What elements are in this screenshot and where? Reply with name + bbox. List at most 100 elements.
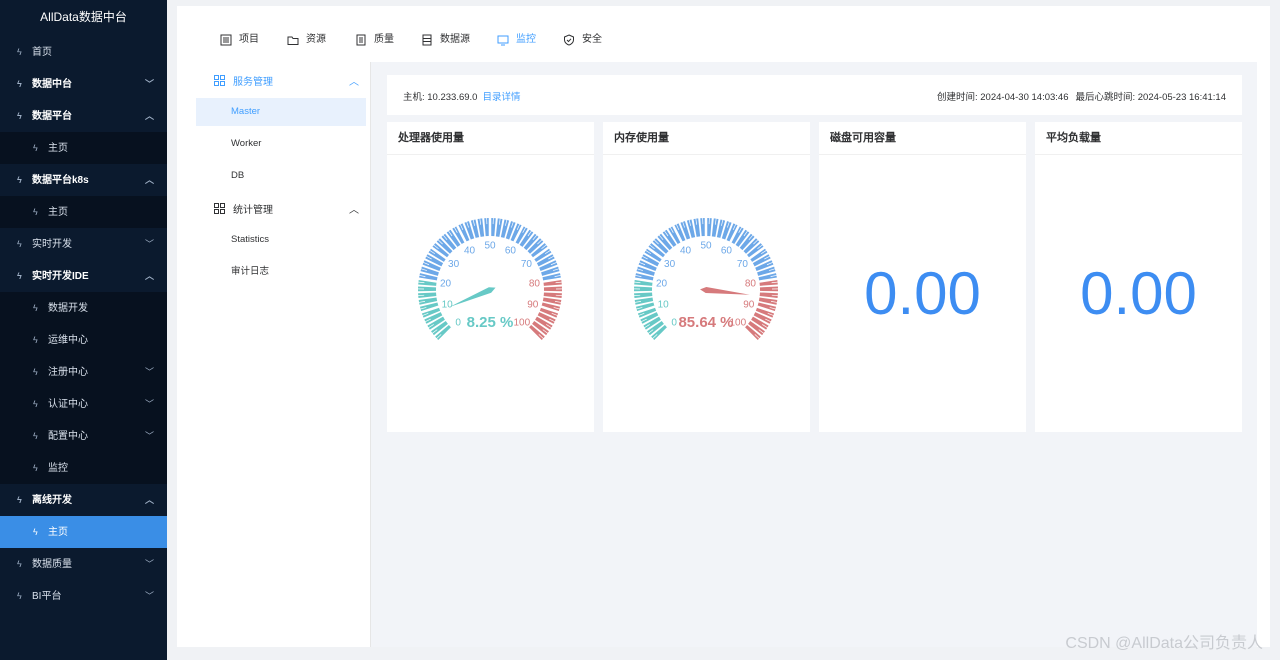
tab-label: 资源	[306, 34, 326, 45]
sidebar-item[interactable]: ϟ 主页	[0, 196, 167, 228]
gauge-tick-label: 70	[521, 259, 533, 270]
sidebar-item-label: 数据质量	[32, 559, 72, 570]
bolt-icon: ϟ	[17, 239, 22, 249]
tab-monitor[interactable]: 监控	[497, 32, 536, 48]
gauge-tick-label: 0	[455, 317, 461, 328]
sidebar-item-label: 监控	[48, 463, 68, 474]
chevron-down-icon: ﹀	[144, 79, 154, 89]
tab-security[interactable]: 安全	[563, 32, 602, 48]
tab-label: 安全	[582, 34, 602, 45]
gauge-tick-label: 50	[700, 241, 712, 252]
gauge-tick-label: 80	[529, 278, 541, 289]
sidebar-item[interactable]: ϟ 运维中心	[0, 324, 167, 356]
subnav-item-master[interactable]: Master	[196, 98, 366, 126]
chevron-down-icon: ﹀	[144, 591, 154, 601]
sidebar-item-label: 注册中心	[48, 367, 88, 378]
sidebar-item-label: 实时开发	[32, 239, 72, 250]
sidebar-item[interactable]: ϟ 数据平台 ︿	[0, 100, 167, 132]
sidebar-item-label: 主页	[48, 143, 68, 154]
subnav-group-stats[interactable]: 统计管理 ︿	[194, 192, 371, 224]
tab-label: 监控	[516, 34, 536, 45]
chevron-down-icon: ﹀	[144, 367, 154, 377]
sidebar-item[interactable]: ϟ 离线开发 ︿	[0, 484, 167, 516]
tab-label: 项目	[239, 34, 259, 45]
cpu-usage-panel: 处理器使用量 0 10 20 30 40 50 60 70 80 90 100 8.25 %	[387, 122, 594, 432]
monitor-icon	[497, 35, 509, 46]
sidebar-item[interactable]: ϟ 数据中台 ﹀	[0, 68, 167, 100]
bolt-icon: ϟ	[17, 111, 22, 121]
tab-quality[interactable]: 质量	[355, 32, 394, 48]
sidebar-item[interactable]: ϟ 主页	[0, 132, 167, 164]
bolt-icon: ϟ	[33, 367, 38, 377]
grid-icon	[214, 74, 225, 86]
bolt-icon: ϟ	[17, 271, 22, 281]
gauge-pointer	[700, 287, 750, 295]
bolt-icon: ϟ	[33, 303, 38, 313]
heartbeat-time: 最后心跳时间: 2024-05-23 16:41:14	[1075, 92, 1227, 103]
gauge-tick	[495, 217, 498, 225]
sidebar-item[interactable]: ϟ 实时开发IDE ︿	[0, 260, 167, 292]
sidebar-item[interactable]: ϟ 认证中心 ﹀	[0, 388, 167, 420]
sidebar-item-label: 数据平台k8s	[32, 175, 89, 186]
gauge-tick-label: 40	[680, 245, 692, 256]
gauge-tick-label: 60	[721, 245, 733, 256]
subnav-item-worker[interactable]: Worker	[196, 130, 366, 158]
gauge-tick-label: 100	[513, 317, 530, 328]
chevron-down-icon: ﹀	[144, 559, 154, 569]
subnav-item-db[interactable]: DB	[196, 162, 366, 190]
sidebar-item-label: 主页	[48, 527, 68, 538]
disk-value: 0.00	[864, 260, 981, 327]
sidebar-item[interactable]: ϟ 注册中心 ﹀	[0, 356, 167, 388]
gauge-tick-label: 10	[658, 299, 670, 310]
chevron-up-icon: ︿	[144, 271, 154, 281]
gauge-tick-label: 10	[442, 299, 454, 310]
sidebar-item[interactable]: ϟ 数据开发	[0, 292, 167, 324]
gauge-tick	[502, 218, 505, 226]
bolt-icon: ϟ	[33, 143, 38, 153]
chevron-up-icon: ︿	[144, 111, 154, 121]
subnav-item-audit-log[interactable]: 审计日志	[196, 258, 366, 286]
bolt-icon: ϟ	[17, 495, 22, 505]
subnav-item-statistics[interactable]: Statistics	[196, 226, 366, 254]
panel-title: 平均负载量	[1035, 122, 1242, 155]
gauge-tick	[633, 297, 641, 300]
tab-project[interactable]: 项目	[220, 32, 259, 48]
directory-details-link[interactable]: 目录详情	[482, 92, 520, 103]
sidebar-item[interactable]: ϟ 数据平台k8s ︿	[0, 164, 167, 196]
sidebar-item[interactable]: ϟ 监控	[0, 452, 167, 484]
chevron-up-icon: ︿	[144, 175, 154, 185]
gauge-tick-label: 0	[671, 317, 677, 328]
gauge-tick-label: 40	[464, 245, 476, 256]
sidebar-item[interactable]: ϟ 主页	[0, 516, 167, 548]
panel-title: 磁盘可用容量	[819, 122, 1026, 155]
sidebar-item[interactable]: ϟ 数据质量 ﹀	[0, 548, 167, 580]
grid-icon	[214, 202, 225, 214]
sidebar-item[interactable]: ϟ 配置中心 ﹀	[0, 420, 167, 452]
tab-resource[interactable]: 资源	[287, 32, 326, 48]
gauge-tick	[771, 297, 779, 300]
shield-icon	[564, 34, 574, 46]
list-icon	[220, 34, 232, 46]
gauge-tick	[691, 218, 694, 226]
sidebar-item-label: 数据平台	[32, 111, 72, 122]
sidebar-item-label: 首页	[32, 47, 52, 58]
sidebar-item-label: 配置中心	[48, 431, 88, 442]
bolt-icon: ϟ	[17, 559, 22, 569]
sidebar-item-label: 认证中心	[48, 399, 88, 410]
gauge-pointer	[449, 287, 496, 307]
subnav-group-service[interactable]: 服务管理 ︿	[194, 64, 371, 96]
host-address: 主机: 10.233.69.0	[403, 92, 478, 103]
sidebar-item[interactable]: ϟ 实时开发 ﹀	[0, 228, 167, 260]
panel-title: 内存使用量	[603, 122, 810, 155]
chevron-down-icon: ﹀	[144, 399, 154, 409]
chevron-up-icon: ︿	[349, 77, 359, 88]
bolt-icon: ϟ	[33, 527, 38, 537]
bolt-icon: ϟ	[33, 463, 38, 473]
gauge-tick	[417, 297, 425, 300]
gauge-tick-label: 50	[484, 241, 496, 252]
gauge-tick	[482, 217, 485, 225]
tab-datasource[interactable]: 数据源	[421, 32, 470, 48]
gauge-tick	[555, 297, 563, 300]
sidebar-item[interactable]: ϟ BI平台 ﹀	[0, 580, 167, 612]
sidebar-item[interactable]: ϟ 首页	[0, 36, 167, 68]
